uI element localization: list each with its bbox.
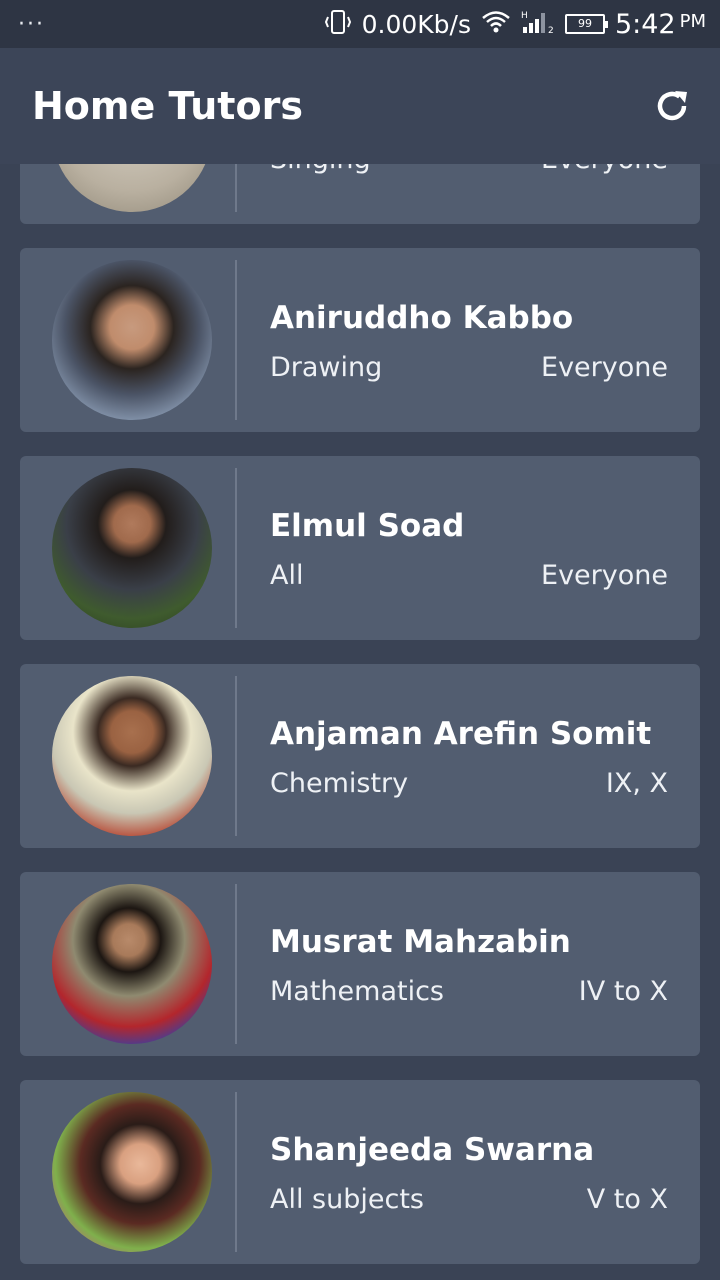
tutor-subject: All (270, 560, 304, 591)
clock-ampm: PM (679, 10, 706, 32)
avatar (52, 676, 212, 836)
refresh-icon (657, 91, 687, 121)
tutor-name: Aniruddho Kabbo (270, 300, 574, 336)
tutor-list[interactable]: Singing Everyone Aniruddho Kabbo Drawing… (0, 164, 720, 1280)
refresh-button[interactable] (652, 86, 692, 126)
tutor-subject: Singing (270, 164, 371, 175)
card-divider (235, 260, 237, 420)
notification-dots: ··· (18, 11, 45, 37)
card-divider (235, 884, 237, 1044)
page-title: Home Tutors (32, 84, 303, 128)
avatar (52, 1092, 212, 1252)
tutor-level: Everyone (541, 164, 668, 175)
tutor-level: IX, X (605, 768, 668, 799)
tutor-name: Musrat Mahzabin (270, 924, 571, 960)
tutor-name: Shanjeeda Swarna (270, 1132, 595, 1168)
tutor-subject: All subjects (270, 1184, 424, 1215)
tutor-name: Anjaman Arefin Somit (270, 716, 652, 752)
signal-type-label: H (521, 11, 528, 21)
tutor-card[interactable]: Elmul Soad All Everyone (20, 456, 700, 640)
tutor-name: Elmul Soad (270, 508, 465, 544)
tutor-subject: Chemistry (270, 768, 409, 799)
tutor-card[interactable]: Shanjeeda Swarna All subjects V to X (20, 1080, 700, 1264)
tutor-card[interactable]: Musrat Mahzabin Mathematics IV to X (20, 872, 700, 1056)
tutor-level: Everyone (541, 560, 668, 591)
app-bar: Home Tutors (0, 48, 720, 164)
card-divider (235, 676, 237, 836)
tutor-level: V to X (586, 1184, 668, 1215)
card-divider (235, 468, 237, 628)
tutor-subject: Drawing (270, 352, 383, 383)
avatar (52, 164, 212, 212)
svg-text:2: 2 (548, 26, 554, 35)
card-divider (235, 1092, 237, 1252)
avatar (52, 468, 212, 628)
vibrate-icon (324, 9, 352, 39)
clock-time: 5:42 (614, 8, 676, 40)
card-divider (235, 164, 237, 212)
avatar (52, 884, 212, 1044)
wifi-icon (481, 10, 511, 38)
tutor-card[interactable]: Singing Everyone (20, 164, 700, 224)
tutor-card[interactable]: Aniruddho Kabbo Drawing Everyone (20, 248, 700, 432)
status-bar: ··· 0.00Kb/s H 2 99 5:42 PM (0, 0, 720, 48)
tutor-level: Everyone (541, 352, 668, 383)
status-icons: 0.00Kb/s H 2 99 5:42 PM (324, 9, 706, 40)
avatar (52, 260, 212, 420)
tutor-subject: Mathematics (270, 976, 444, 1007)
tutor-level: IV to X (578, 976, 668, 1007)
cell-signal-icon: H 2 (521, 9, 555, 39)
battery-icon: 99 (564, 14, 608, 34)
tutor-card[interactable]: Anjaman Arefin Somit Chemistry IX, X (20, 664, 700, 848)
network-speed: 0.00Kb/s (361, 9, 471, 39)
